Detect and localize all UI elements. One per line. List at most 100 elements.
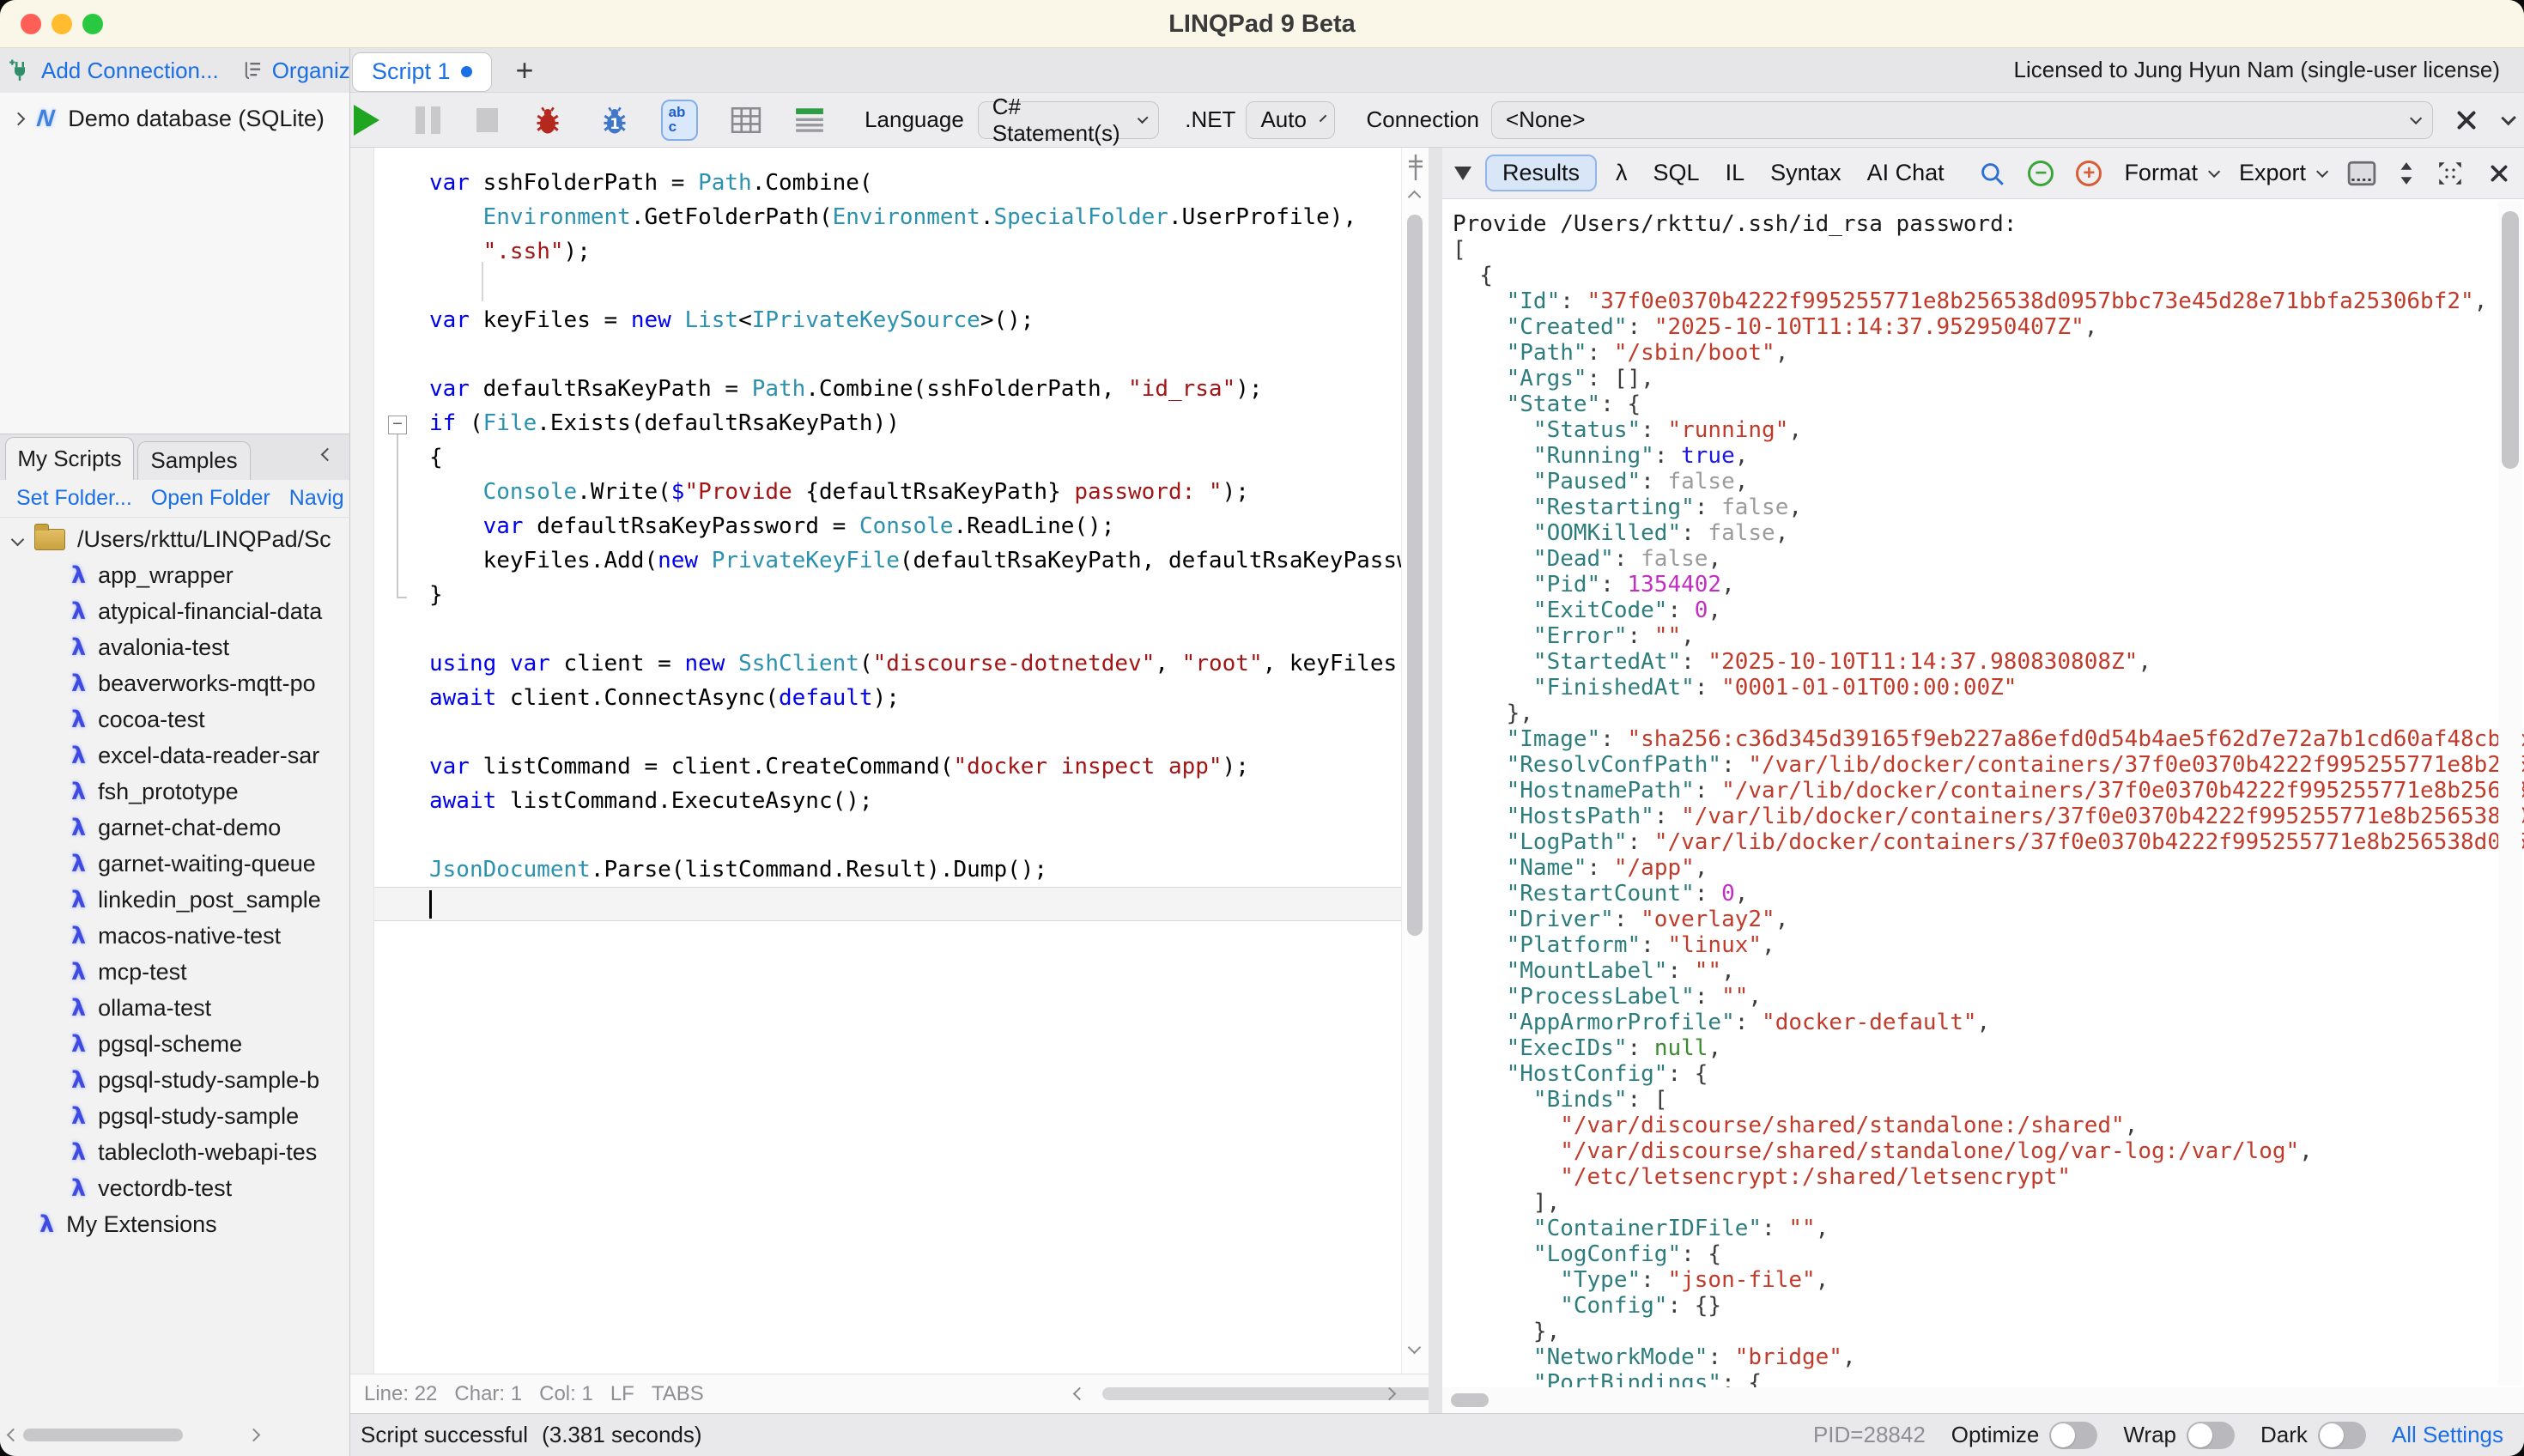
results-tab-sql[interactable]: SQL: [1653, 160, 1700, 186]
chevron-right-icon[interactable]: [11, 112, 26, 125]
set-folder-link[interactable]: Set Folder...: [16, 486, 132, 511]
script-item[interactable]: λ app_wrapper: [0, 557, 349, 593]
result-line: "Id": "37f0e0370b4222f995255771e8b256538…: [1453, 288, 2488, 314]
export-dropdown[interactable]: Export: [2239, 160, 2329, 186]
results-tab-ai-chat[interactable]: AI Chat: [1867, 160, 1945, 186]
close-connection-button[interactable]: [2454, 107, 2476, 133]
format-dropdown[interactable]: Format: [2124, 160, 2221, 186]
script-item[interactable]: λ beaverworks-mqtt-po: [0, 665, 349, 701]
toolbar-chevron-down-icon[interactable]: [2501, 110, 2516, 126]
zoom-in-icon[interactable]: +: [2076, 160, 2102, 186]
scripts-root-folder[interactable]: /Users/rkttu/LINQPad/Sc: [0, 521, 349, 557]
script-item[interactable]: λ linkedin_post_sample: [0, 882, 349, 918]
connection-select[interactable]: <None>: [1491, 100, 2433, 139]
sort-updown-icon[interactable]: [2399, 161, 2414, 186]
stop-button[interactable]: [476, 107, 498, 132]
outline-list-icon[interactable]: [794, 106, 825, 134]
script-item-label: ollama-test: [98, 994, 212, 1021]
sidebar-horizontal-scrollbar[interactable]: [0, 1417, 350, 1456]
editor-vertical-scrollbar[interactable]: [1401, 148, 1429, 1374]
scroll-down-icon[interactable]: [1407, 1340, 1422, 1355]
scroll-right-icon[interactable]: [246, 1428, 261, 1442]
my-extensions-item[interactable]: λ My Extensions: [0, 1206, 349, 1242]
script-item[interactable]: λ excel-data-reader-sar: [0, 737, 349, 774]
results-vertical-scrollbar[interactable]: [2498, 201, 2522, 1386]
connection-item-demo-db[interactable]: N Demo database (SQLite): [0, 93, 349, 132]
results-tab-il[interactable]: IL: [1726, 160, 1745, 186]
result-line: "Driver": "overlay2",: [1453, 907, 1789, 932]
scrollbar-thumb[interactable]: [2502, 211, 2519, 469]
collapse-panel-icon[interactable]: [320, 447, 335, 462]
results-output[interactable]: Provide /Users/rkttu/.ssh/id_rsa passwor…: [1442, 199, 2524, 1387]
scrollbar-thumb[interactable]: [1407, 215, 1423, 936]
expand-results-icon[interactable]: [2436, 160, 2464, 187]
lambda-icon: λ: [71, 1138, 87, 1166]
debug-breakpoint-bug-icon[interactable]: 1: [598, 103, 632, 137]
organize-icon: [241, 59, 264, 82]
pause-button[interactable]: [416, 106, 440, 134]
open-folder-link[interactable]: Open Folder: [151, 486, 270, 511]
editor-horizontal-scrollbar[interactable]: [721, 1374, 1593, 1413]
script-item[interactable]: λ atypical-financial-data: [0, 593, 349, 629]
script-item[interactable]: λ ollama-test: [0, 990, 349, 1026]
scrollbar-thumb[interactable]: [1451, 1393, 1489, 1407]
tab-my-scripts[interactable]: My Scripts: [5, 437, 134, 480]
organize-button[interactable]: Organiz: [272, 58, 349, 84]
script-item[interactable]: λ vectordb-test: [0, 1170, 349, 1206]
chevron-down-icon[interactable]: [10, 532, 25, 546]
scroll-up-icon[interactable]: [1407, 190, 1422, 204]
script-item[interactable]: λ pgsql-study-sample: [0, 1098, 349, 1134]
new-tab-button[interactable]: +: [516, 51, 534, 90]
tab-script-1[interactable]: Script 1: [352, 52, 492, 92]
debug-bug-icon[interactable]: [531, 103, 565, 137]
script-item[interactable]: λ garnet-chat-demo: [0, 810, 349, 846]
code-editor[interactable]: var sshFolderPath = Path.Combine( Enviro…: [350, 148, 1593, 1413]
search-icon[interactable]: [1978, 160, 2005, 187]
result-line: "Created": "2025-10-10T11:14:37.95295040…: [1453, 314, 2098, 340]
add-connection-button[interactable]: Add Connection...: [41, 58, 219, 84]
close-results-icon[interactable]: [2488, 161, 2511, 185]
results-horizontal-scrollbar[interactable]: [1442, 1387, 2524, 1413]
results-tab-results[interactable]: Results: [1485, 155, 1598, 191]
result-line: ],: [1453, 1190, 1561, 1216]
result-line: "Error": "",: [1453, 623, 1695, 649]
scroll-left-icon[interactable]: [1072, 1386, 1087, 1401]
optimize-toggle[interactable]: [2049, 1421, 2098, 1449]
optimize-label: Optimize: [1951, 1422, 2040, 1447]
splitter-grip-icon[interactable]: [1405, 153, 1426, 182]
script-item[interactable]: λ garnet-waiting-queue: [0, 846, 349, 882]
all-settings-link[interactable]: All Settings: [2392, 1422, 2503, 1448]
toggle-knob: [2051, 1423, 2076, 1447]
editor-results-splitter[interactable]: [1429, 148, 1442, 1413]
script-item[interactable]: λ avalonia-test: [0, 629, 349, 665]
script-item[interactable]: λ tablecloth-webapi-tes: [0, 1134, 349, 1170]
panel-layout-icon[interactable]: [2347, 161, 2376, 186]
navigate-link[interactable]: Navig: [289, 486, 344, 511]
run-button[interactable]: [354, 104, 379, 136]
fold-collapse-icon[interactable]: −: [388, 416, 407, 434]
tab-samples[interactable]: Samples: [137, 441, 251, 480]
result-line: "Name": "/app",: [1453, 855, 1708, 881]
scroll-left-icon[interactable]: [6, 1428, 21, 1442]
collapse-results-icon[interactable]: [1454, 166, 1471, 180]
script-item[interactable]: λ pgsql-study-sample-b: [0, 1062, 349, 1098]
wrap-label: Wrap: [2123, 1422, 2177, 1447]
scrollbar-thumb[interactable]: [23, 1429, 183, 1441]
wrap-toggle[interactable]: [2187, 1421, 2236, 1449]
grid-results-mode-icon[interactable]: [731, 106, 761, 134]
script-item[interactable]: λ cocoa-test: [0, 701, 349, 737]
script-item[interactable]: λ pgsql-scheme: [0, 1026, 349, 1062]
language-select[interactable]: C# Statement(s): [977, 94, 1160, 146]
code-line: var sshFolderPath = Path.Combine(: [429, 170, 873, 196]
script-item[interactable]: λ fsh_prototype: [0, 774, 349, 810]
results-tab-syntax[interactable]: Syntax: [1770, 160, 1841, 186]
text-results-mode-button[interactable]: ab c: [660, 99, 699, 141]
result-line: "AppArmorProfile": "docker-default",: [1453, 1010, 1991, 1035]
script-item[interactable]: λ macos-native-test: [0, 918, 349, 954]
dark-toggle[interactable]: [2317, 1421, 2366, 1449]
zoom-out-icon[interactable]: −: [2028, 160, 2054, 186]
script-item[interactable]: λ mcp-test: [0, 954, 349, 990]
results-tab--[interactable]: λ: [1616, 160, 1628, 186]
code-area[interactable]: var sshFolderPath = Path.Combine( Enviro…: [374, 148, 1401, 1374]
dotnet-version-select[interactable]: Auto: [1246, 100, 1336, 139]
